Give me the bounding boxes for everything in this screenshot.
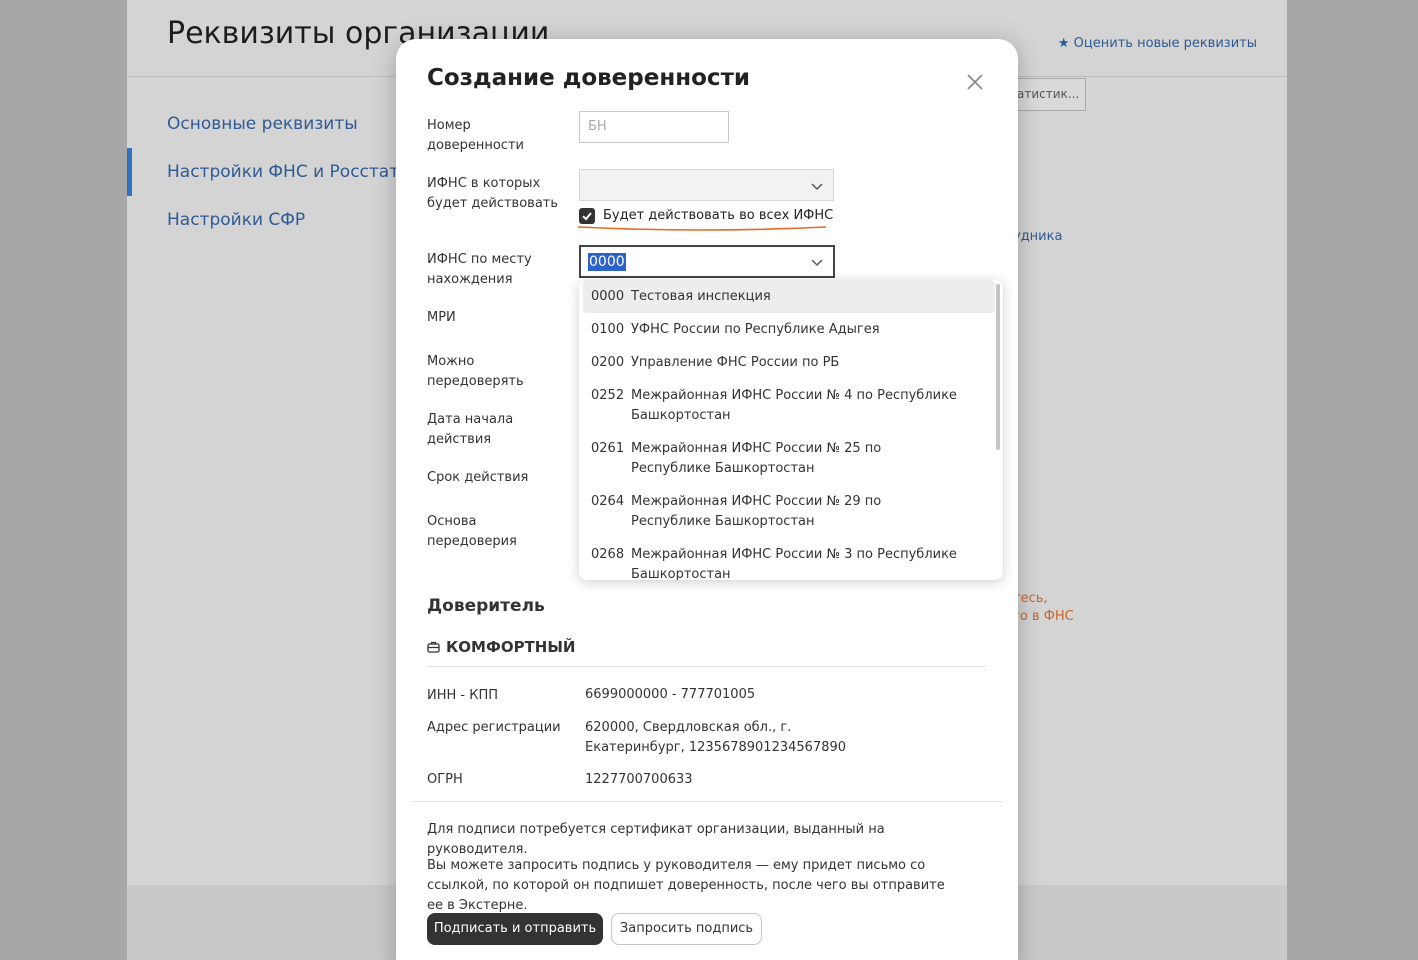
ogrn-label: ОГРН xyxy=(427,772,463,787)
list-item[interactable]: 0264 Межрайонная ИФНС России № 29 по Респ… xyxy=(579,485,995,538)
modal-title: Создание доверенности xyxy=(427,65,751,91)
all-ifns-checkbox[interactable] xyxy=(579,208,595,224)
item-name: Управление ФНС России по РБ xyxy=(631,355,840,370)
number-label: Номер доверенности xyxy=(427,118,524,153)
term-label: Срок действия xyxy=(427,470,529,485)
nav-item-main[interactable]: Основные реквизиты xyxy=(127,100,407,148)
item-name: Межрайонная ИФНС России № 29 по Республи… xyxy=(631,494,882,529)
warning-line-1: тесь, xyxy=(1013,591,1048,606)
chevron-down-icon xyxy=(811,259,823,267)
warning-text: тесь, го в ФНС xyxy=(1013,590,1074,626)
request-note: Вы можете запросить подпись у руководите… xyxy=(427,858,945,913)
list-item[interactable]: 0100 УФНС России по Республике Адыгея xyxy=(579,313,995,346)
item-code: 0100 xyxy=(591,322,625,337)
org-name-text: КОМФОРТНЫЙ xyxy=(446,638,576,656)
basis-label: Основа передоверия xyxy=(427,514,517,549)
divider xyxy=(412,801,1002,802)
item-name: УФНС России по Республике Адыгея xyxy=(631,322,880,337)
item-name: Межрайонная ИФНС России № 4 по Республик… xyxy=(631,388,957,423)
dropdown-scrollbar[interactable] xyxy=(996,284,1000,450)
list-item[interactable]: 0268 Межрайонная ИФНС России № 3 по Респу… xyxy=(579,538,995,580)
place-ifns-select[interactable]: 0000 xyxy=(579,245,835,278)
highlight-underline xyxy=(577,226,827,231)
item-name: Межрайонная ИФНС России № 25 по Республи… xyxy=(631,441,882,476)
principal-title: Доверитель xyxy=(427,596,545,616)
start-date-label: Дата начала действия xyxy=(427,412,514,447)
place-ifns-value[interactable]: 0000 xyxy=(588,253,626,271)
list-item[interactable]: 0000 Тестовая инспекция xyxy=(583,280,995,313)
divider xyxy=(427,666,986,667)
chevron-down-icon xyxy=(811,183,823,191)
check-icon xyxy=(582,212,592,221)
place-label: ИФНС по месту нахождения xyxy=(427,252,532,287)
inn-kpp-label: ИНН - КПП xyxy=(427,688,499,703)
poa-number-input[interactable]: БН xyxy=(579,111,729,143)
ogrn-value: 1227700700633 xyxy=(585,772,693,787)
list-item[interactable]: 0200 Управление ФНС России по РБ xyxy=(579,346,995,379)
nav-item-fns[interactable]: Настройки ФНС и Росстат xyxy=(127,148,407,196)
ifns-dropdown: 0000 Тестовая инспекция 0100 УФНС России п… xyxy=(579,280,1003,580)
star-icon: ★ xyxy=(1057,36,1070,51)
ifns-dropdown-list: 0000 Тестовая инспекция 0100 УФНС России п… xyxy=(579,280,995,580)
item-code: 0261 xyxy=(591,441,625,456)
sign-and-send-button[interactable]: Подписать и отправить xyxy=(427,913,603,945)
redelegate-label: Можно передоверять xyxy=(427,354,524,389)
item-code: 0268 xyxy=(591,547,625,562)
request-signature-button[interactable]: Запросить подпись xyxy=(611,913,762,945)
rate-requisites-link[interactable]: ★ Оценить новые реквизиты xyxy=(1058,36,1257,51)
briefcase-icon xyxy=(427,641,440,653)
org-name: КОМФОРТНЫЙ xyxy=(427,638,575,656)
item-name: Тестовая инспекция xyxy=(631,289,771,304)
mri-label: МРИ xyxy=(427,310,456,325)
warning-line-2: го в ФНС xyxy=(1013,609,1074,624)
statistics-button[interactable]: атистик... xyxy=(1013,78,1086,111)
nav-item-sfr[interactable]: Настройки СФР xyxy=(127,196,407,244)
close-icon[interactable] xyxy=(962,69,988,95)
ifns-select[interactable] xyxy=(579,169,834,201)
ifns-label: ИФНС в которых будет действовать xyxy=(427,176,559,211)
item-name: Межрайонная ИФНС России № 3 по Республик… xyxy=(631,547,957,580)
employee-link[interactable]: удника xyxy=(1013,229,1062,244)
signature-note: Для подписи потребуется сертификат орган… xyxy=(427,822,885,857)
inn-kpp-value: 6699000000 - 777701005 xyxy=(585,687,756,702)
item-code: 0200 xyxy=(591,355,625,370)
list-item[interactable]: 0252 Межрайонная ИФНС России № 4 по Респу… xyxy=(579,379,995,432)
side-nav: Основные реквизиты Настройки ФНС и Росст… xyxy=(127,100,407,244)
item-code: 0264 xyxy=(591,494,625,509)
address-label: Адрес регистрации xyxy=(427,720,561,735)
item-code: 0000 xyxy=(591,289,625,304)
item-code: 0252 xyxy=(591,388,625,403)
address-value: 620000, Свердловская обл., г. Екатеринбу… xyxy=(585,720,847,755)
list-item[interactable]: 0261 Межрайонная ИФНС России № 25 по Респ… xyxy=(579,432,995,485)
rate-link-label: Оценить новые реквизиты xyxy=(1073,36,1257,51)
